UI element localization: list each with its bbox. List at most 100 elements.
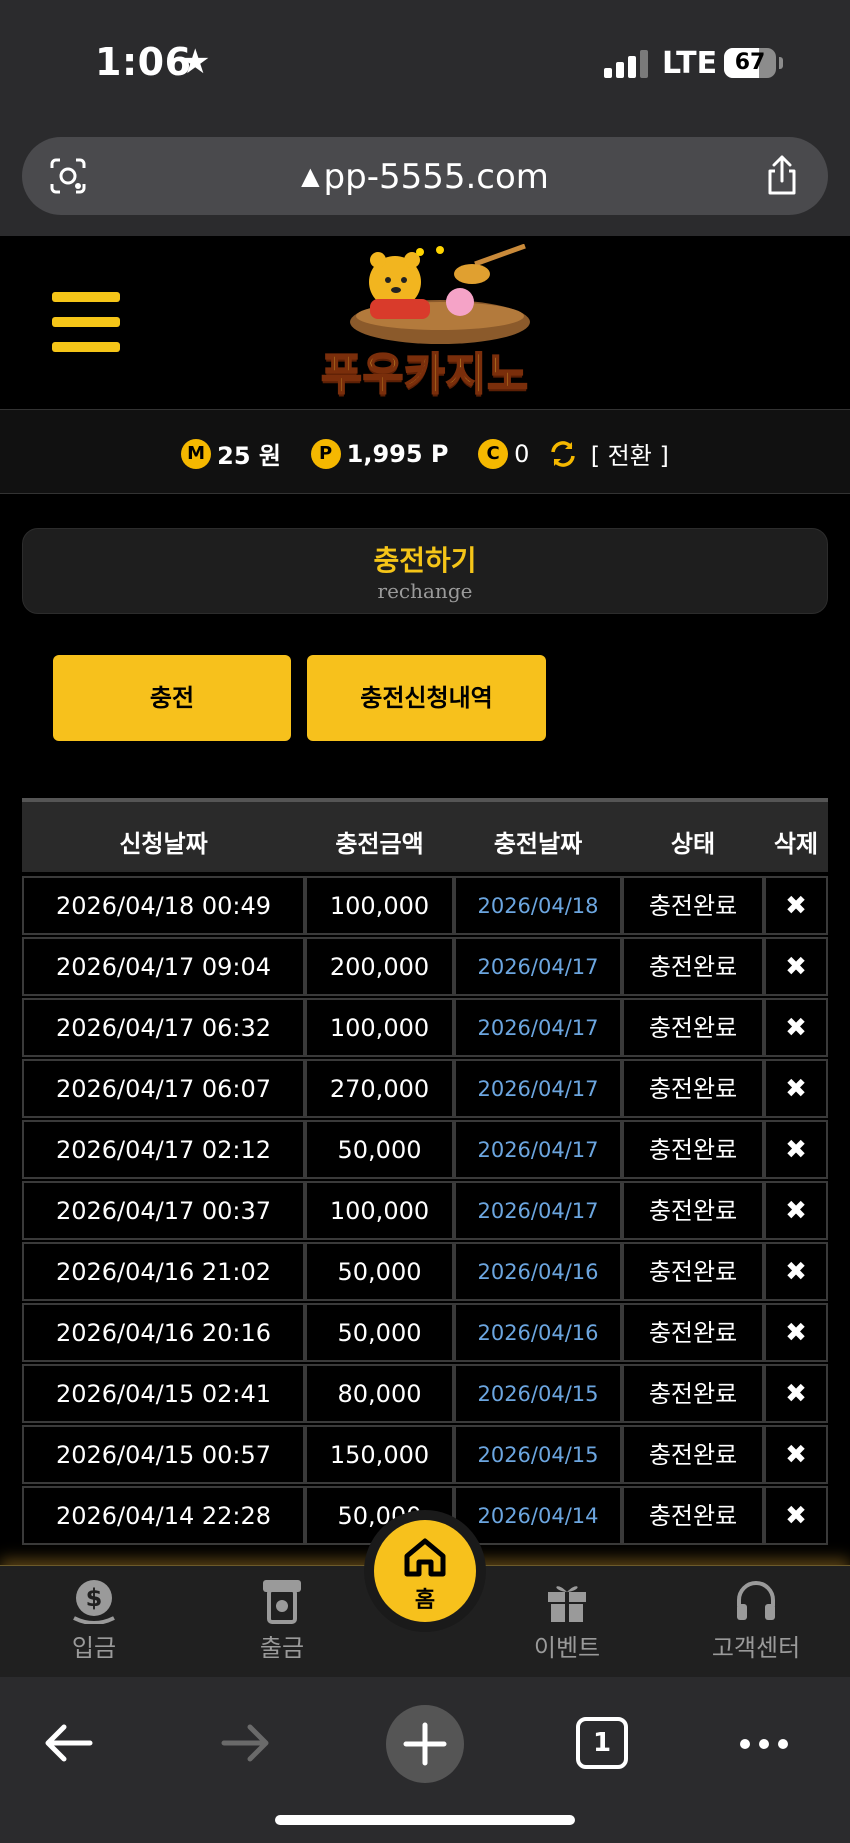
table-row: 2026/04/17 09:04 200,000 2026/04/17 충전완료 ✖ [22, 937, 828, 998]
cell-amount: 150,000 [305, 1425, 454, 1484]
nav-event[interactable]: 이벤트 [507, 1578, 627, 1663]
money-balance: M 25 원 [181, 436, 281, 471]
table-row: 2026/04/17 06:32 100,000 2026/04/17 충전완료 ✖ [22, 998, 828, 1059]
menu-icon[interactable] [52, 292, 120, 352]
delete-button[interactable]: ✖ [764, 1425, 828, 1484]
delete-button[interactable]: ✖ [764, 998, 828, 1057]
back-arrow-icon[interactable] [42, 1721, 94, 1765]
cell-request-date: 2026/04/17 06:07 [22, 1059, 305, 1118]
battery-percent: 67 [734, 50, 766, 75]
point-value: 1,995 P [346, 439, 449, 468]
cell-status: 충전완료 [622, 1425, 764, 1484]
address-bar[interactable]: ▲ pp-5555.com [22, 137, 828, 215]
gift-icon [548, 1586, 586, 1622]
atm-icon [263, 1580, 301, 1624]
delete-button[interactable]: ✖ [764, 1120, 828, 1179]
more-icon[interactable] [738, 1737, 790, 1751]
cell-amount: 100,000 [305, 998, 454, 1057]
new-tab-button[interactable] [386, 1705, 464, 1783]
cell-charge-date[interactable]: 2026/04/16 [454, 1242, 622, 1301]
table-row: 2026/04/16 20:16 50,000 2026/04/16 충전완료 ✖ [22, 1303, 828, 1364]
nav-home[interactable]: 홈 [374, 1520, 476, 1622]
delete-button[interactable]: ✖ [764, 937, 828, 996]
cell-request-date: 2026/04/14 22:28 [22, 1486, 305, 1545]
cell-charge-date[interactable]: 2026/04/16 [454, 1303, 622, 1362]
header-delete: 삭제 [773, 830, 819, 858]
refresh-icon[interactable] [549, 440, 577, 468]
cell-charge-date[interactable]: 2026/04/15 [454, 1364, 622, 1423]
status-bar: 1:06 ★ LTE 67 [0, 0, 850, 130]
warning-icon: ▲ [301, 162, 320, 190]
cell-charge-date[interactable]: 2026/04/17 [454, 937, 622, 996]
table-row: 2026/04/17 02:12 50,000 2026/04/17 충전완료 ✖ [22, 1120, 828, 1181]
delete-button[interactable]: ✖ [764, 1486, 828, 1545]
cell-charge-date[interactable]: 2026/04/14 [454, 1486, 622, 1545]
point-balance: P 1,995 P [310, 438, 449, 469]
cell-charge-date[interactable]: 2026/04/17 [454, 998, 622, 1057]
cell-charge-date[interactable]: 2026/04/17 [454, 1059, 622, 1118]
cell-request-date: 2026/04/17 00:37 [22, 1181, 305, 1240]
nav-support[interactable]: 고객센터 [696, 1578, 816, 1663]
dollar-coin-icon: $ [73, 1580, 115, 1624]
cell-status: 충전완료 [622, 876, 764, 935]
nav-deposit-label: 입금 [71, 1634, 117, 1662]
header-charge-date: 충전날짜 [493, 830, 583, 858]
header-status: 상태 [670, 830, 716, 858]
cell-charge-date[interactable]: 2026/04/18 [454, 876, 622, 935]
star-icon: ★ [180, 42, 211, 82]
close-icon: ✖ [785, 1440, 807, 1470]
delete-button[interactable]: ✖ [764, 1364, 828, 1423]
cell-amount: 50,000 [305, 1120, 454, 1179]
home-icon [404, 1538, 446, 1577]
cell-amount: 100,000 [305, 876, 454, 935]
delete-button[interactable]: ✖ [764, 1059, 828, 1118]
convert-link[interactable]: [ 전환 ] [591, 442, 669, 470]
delete-button[interactable]: ✖ [764, 1181, 828, 1240]
delete-button[interactable]: ✖ [764, 1242, 828, 1301]
cell-request-date: 2026/04/16 20:16 [22, 1303, 305, 1362]
headset-icon [737, 1581, 775, 1620]
cell-request-date: 2026/04/18 00:49 [22, 876, 305, 935]
cell-request-date: 2026/04/17 02:12 [22, 1120, 305, 1179]
nav-support-label: 고객센터 [711, 1634, 801, 1662]
cell-status: 충전완료 [622, 998, 764, 1057]
close-icon: ✖ [785, 1379, 807, 1409]
charge-history-button[interactable]: 충전신청내역 [307, 655, 546, 741]
logo-mascot-graphic [350, 243, 530, 344]
share-icon[interactable] [762, 153, 802, 197]
nav-event-label: 이벤트 [533, 1634, 601, 1662]
browser-toolbar: 1 [0, 1677, 850, 1843]
money-value: 25 원 [217, 442, 281, 470]
cell-amount: 270,000 [305, 1059, 454, 1118]
network-type: LTE [662, 46, 718, 81]
close-icon: ✖ [785, 1074, 807, 1104]
cell-charge-date[interactable]: 2026/04/17 [454, 1120, 622, 1179]
table-row: 2026/04/18 00:49 100,000 2026/04/18 충전완료 ✖ [22, 876, 828, 937]
cell-charge-date[interactable]: 2026/04/15 [454, 1425, 622, 1484]
delete-button[interactable]: ✖ [764, 876, 828, 935]
forward-arrow-icon[interactable] [220, 1721, 272, 1765]
cell-status: 충전완료 [622, 1242, 764, 1301]
nav-withdraw[interactable]: 출금 [222, 1578, 342, 1663]
url-display[interactable]: ▲ pp-5555.com [22, 157, 828, 197]
close-icon: ✖ [785, 1257, 807, 1287]
logo-text: 푸우카지노 [320, 348, 529, 401]
nav-deposit[interactable]: $ 입금 [34, 1578, 154, 1663]
cell-status: 충전완료 [622, 1059, 764, 1118]
close-icon: ✖ [785, 1501, 807, 1531]
cell-amount: 50,000 [305, 1303, 454, 1362]
site-header: 푸우카지노 [0, 236, 850, 410]
casino-coin-icon: C [478, 438, 509, 469]
tab-switcher-button[interactable]: 1 [576, 1717, 628, 1769]
cell-request-date: 2026/04/15 00:57 [22, 1425, 305, 1484]
money-coin-icon: M [181, 438, 212, 469]
cell-request-date: 2026/04/17 06:32 [22, 998, 305, 1057]
cell-charge-date[interactable]: 2026/04/17 [454, 1181, 622, 1240]
charge-button[interactable]: 충전 [53, 655, 291, 741]
close-icon: ✖ [785, 891, 807, 921]
delete-button[interactable]: ✖ [764, 1303, 828, 1362]
close-icon: ✖ [785, 1013, 807, 1043]
site-logo[interactable]: 푸우카지노 [300, 243, 550, 402]
cell-amount: 200,000 [305, 937, 454, 996]
cell-request-date: 2026/04/16 21:02 [22, 1242, 305, 1301]
